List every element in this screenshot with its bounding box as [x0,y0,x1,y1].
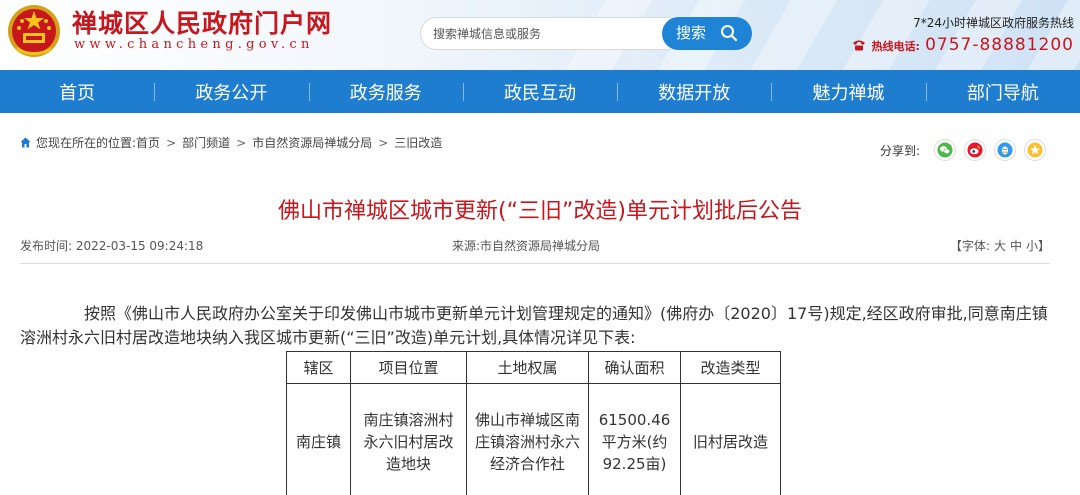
phone-icon [853,40,866,51]
hotline-note: 7*24小时禅城区政府服务热线 [913,16,1074,30]
share-label: 分享到: [879,143,920,158]
nav-item-interaction[interactable]: 政民互动 [462,79,617,105]
nav-item-departments[interactable]: 部门导航 [925,79,1080,105]
hotline-number: 0757-88881200 [925,35,1074,55]
cell-ownership: 佛山市禅城区南庄镇溶洲村永六经济合作社 [466,383,589,495]
font-size-label-close: 】 [1037,239,1050,253]
breadcrumb-three-old-renovation[interactable]: 三旧改造 [394,136,442,150]
share-qq-button[interactable] [994,139,1016,161]
table-header-row: 辖区 项目位置 土地权属 确认面积 改造类型 [286,351,781,384]
breadcrumb: 您现在所在的位置:首页 > 部门频道 > 市自然资源局禅城分局 > 三旧改造 [20,134,442,151]
breadcrumb-home[interactable]: 首页 [136,136,160,150]
home-icon [20,137,31,148]
table-header-location: 项目位置 [350,351,467,384]
weibo-icon [967,142,983,158]
font-size-switcher: 【字体: 大中小】 [950,237,1050,254]
search-icon [721,25,738,42]
share-weibo-button[interactable] [964,139,986,161]
wechat-icon [937,142,953,158]
breadcrumb-separator: > [236,136,247,150]
table-header-type: 改造类型 [680,351,781,384]
breadcrumb-natural-resources-bureau[interactable]: 市自然资源局禅城分局 [252,136,372,150]
table-row: 南庄镇 南庄镇溶洲村永六旧村居改造地块 佛山市禅城区南庄镇溶洲村永六经济合作社 … [286,383,781,495]
qq-icon [997,142,1013,158]
cell-location: 南庄镇溶洲村永六旧村居改造地块 [350,383,467,495]
search-button[interactable]: 搜索 [662,17,752,50]
article-source: 来源:市自然资源局禅城分局 [452,239,601,253]
share-bar: 分享到: [880,139,1046,161]
share-wechat-button[interactable] [934,139,956,161]
breadcrumb-department-channel[interactable]: 部门频道 [182,136,230,150]
national-emblem-icon [8,5,60,57]
hotline-label: 热线电话: [871,40,920,53]
cell-type: 旧村居改造 [680,383,781,495]
nav-item-government-services[interactable]: 政务服务 [308,79,463,105]
qzone-icon [1027,142,1043,158]
renovation-plan-table: 辖区 项目位置 土地权属 确认面积 改造类型 南庄镇 南庄镇溶洲村永六旧村居改造… [286,351,781,495]
breadcrumb-separator: > [378,136,389,150]
search-box: 搜索 [420,17,752,50]
main-nav: 首页 政务公开 政务服务 政民互动 数据开放 魅力禅城 部门导航 [0,70,1080,113]
nav-item-open-data[interactable]: 数据开放 [617,79,771,105]
site-domain: www.chancheng.gov.cn [74,37,314,52]
font-size-small[interactable]: 小 [1026,239,1038,253]
cell-area: 61500.46平方米(约92.25亩) [588,383,681,495]
hotline: 热线电话: 0757-88881200 [852,35,1074,55]
site-title[interactable]: 禅城区人民政府门户网 [72,4,332,40]
font-size-label: 【字体: [949,239,990,253]
share-qzone-button[interactable] [1024,139,1046,161]
article-title: 佛山市禅城区城市更新(“三旧”改造)单元计划批后公告 [278,199,802,224]
table-header-area: 确认面积 [588,351,681,384]
meta-divider [20,263,1050,264]
font-size-large[interactable]: 大 [994,239,1006,253]
nav-item-home[interactable]: 首页 [0,79,154,105]
breadcrumb-prefix: 您现在所在的位置: [36,136,137,150]
breadcrumb-separator: > [166,136,177,150]
search-button-label: 搜索 [676,24,707,42]
article-paragraph: 按照《佛山市人民政府办公室关于印发佛山市城市更新单元计划管理规定的通知》(佛府办… [20,304,1048,347]
table-header-district: 辖区 [286,351,351,384]
table-header-ownership: 土地权属 [466,351,589,384]
nav-item-government-affairs[interactable]: 政务公开 [154,79,308,105]
publish-time: 发布时间: 2022-03-15 09:24:18 [20,239,204,253]
article-meta: 发布时间: 2022-03-15 09:24:18 来源:市自然资源局禅城分局 … [20,237,1050,255]
site-header: 禅城区人民政府门户网 www.chancheng.gov.cn 搜索 7*24小… [0,0,1080,70]
search-input[interactable] [420,17,670,50]
nav-item-charm-chancheng[interactable]: 魅力禅城 [771,79,925,105]
cell-district: 南庄镇 [286,383,351,495]
font-size-medium[interactable]: 中 [1010,239,1022,253]
